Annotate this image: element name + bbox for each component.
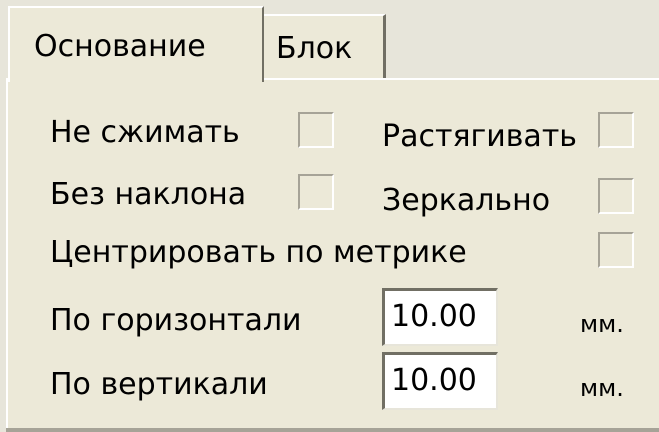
stretch-label: Растягивать [382, 119, 577, 154]
no-slant-checkbox[interactable] [298, 174, 334, 210]
stretch-checkbox[interactable] [598, 112, 634, 148]
horizontal-unit: мм. [580, 310, 624, 338]
tab-base[interactable]: Основание [8, 6, 264, 82]
no-compress-label: Не сжимать [50, 115, 240, 150]
horizontal-input[interactable]: 10.00 [382, 288, 498, 346]
tab-base-label: Основание [34, 29, 206, 64]
tab-block-label: Блок [276, 31, 353, 66]
mirror-label: Зеркально [382, 183, 551, 218]
no-slant-label: Без наклона [50, 177, 247, 212]
center-by-metric-label: Центрировать по метрике [50, 235, 467, 270]
mirror-checkbox[interactable] [598, 178, 634, 214]
horizontal-label: По горизонтали [50, 303, 302, 338]
panel-bottom-edge [6, 428, 659, 432]
vertical-input[interactable]: 10.00 [382, 352, 498, 410]
vertical-unit: мм. [580, 374, 624, 402]
tab-block[interactable]: Блок [262, 14, 386, 78]
center-by-metric-checkbox[interactable] [598, 232, 634, 268]
vertical-label: По вертикали [50, 367, 268, 402]
no-compress-checkbox[interactable] [298, 112, 334, 148]
